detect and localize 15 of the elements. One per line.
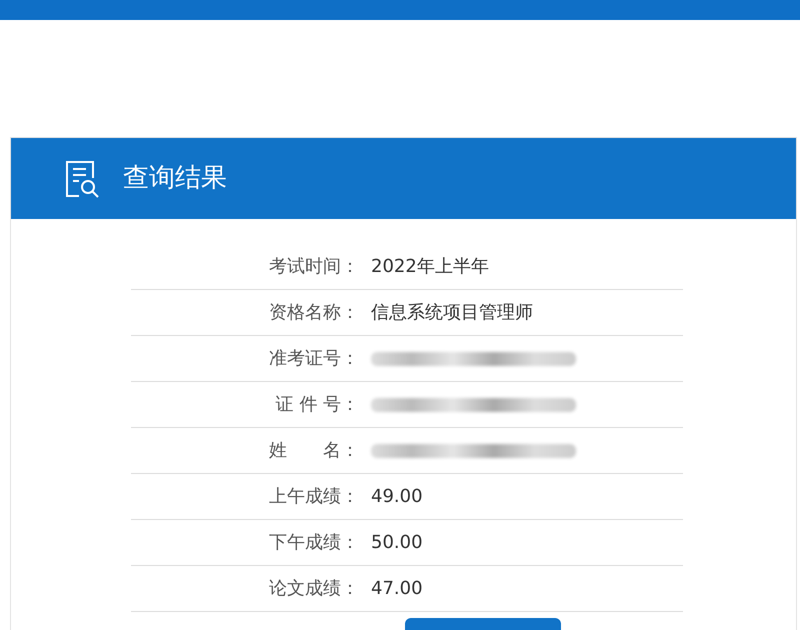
field-label: 准考证号：	[268, 347, 360, 371]
field-value: 49.00	[371, 485, 423, 509]
field-label: 下午成绩：	[268, 531, 360, 555]
field-value: 2022年上半年	[371, 255, 489, 279]
search-document-icon	[65, 160, 101, 198]
field-label: 论文成绩：	[268, 577, 360, 601]
field-label: 上午成绩：	[268, 485, 360, 509]
field-value: 47.00	[371, 577, 423, 601]
field-label: 资格名称：	[268, 301, 360, 325]
field-label: 证 件 号：	[274, 393, 360, 417]
panel-title: 查询结果	[123, 162, 227, 195]
field-value: 50.00	[371, 531, 423, 555]
field-label: 姓 名：	[268, 439, 360, 463]
field-value: 信息系统项目管理师	[371, 301, 533, 325]
field-label: 考试时间：	[268, 255, 360, 279]
